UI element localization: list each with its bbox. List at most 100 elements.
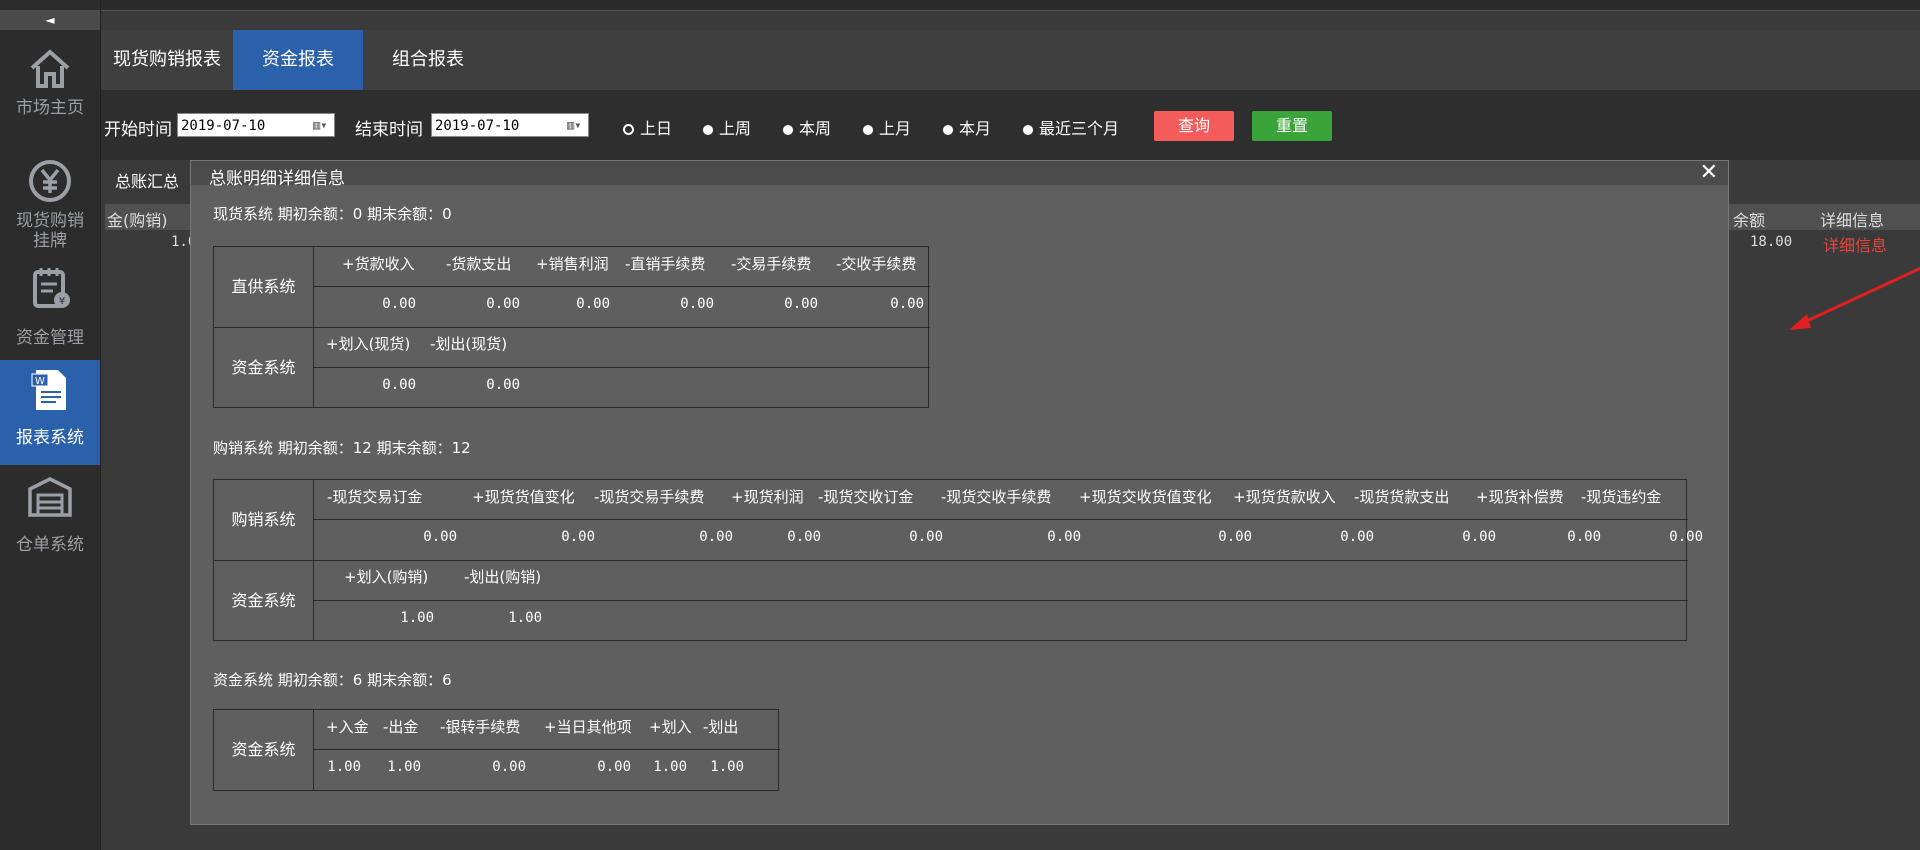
spot-system-summary: 现货系统 期初余额：0 期末余额：0	[213, 205, 452, 223]
fund-system-table: 资金系统 +入金 -出金 -银转手续费 +当日其他项 +划入 -划出 1.00 …	[213, 709, 780, 791]
sidebar-item-label: 仓单系统	[16, 535, 84, 555]
value-cell: 0.00	[1047, 529, 1081, 545]
row-name-fund-system: 资金系统	[214, 328, 314, 408]
value-cell: 1.00	[653, 759, 687, 775]
table-header-cell: 金(购销)	[107, 211, 168, 230]
value-cell: 0.00	[492, 759, 526, 775]
value-cell: 0.00	[890, 296, 924, 312]
word-report-icon: W	[31, 370, 66, 410]
svg-text:¥: ¥	[59, 296, 65, 307]
fund-system-summary: 资金系统 期初余额：6 期末余额：6	[213, 671, 452, 689]
column-header: +入金	[326, 718, 369, 736]
value-cell: 0.00	[561, 529, 595, 545]
column-header: -交收手续费	[836, 255, 917, 273]
trade-system-summary: 购销系统 期初余额：12 期末余额：12	[213, 439, 471, 457]
column-header: +现货货款收入	[1233, 488, 1336, 506]
tab-combined-report[interactable]: 组合报表	[363, 30, 493, 90]
calendar-icon[interactable]: ▥▾	[567, 118, 585, 132]
value-cell: 0.00	[597, 759, 631, 775]
radio-last-three-months[interactable]: 最近三个月	[1023, 115, 1119, 139]
calendar-icon[interactable]: ▥▾	[313, 118, 331, 132]
value-cell: 0.00	[1218, 529, 1252, 545]
value-cell: 0.00	[486, 377, 520, 393]
value-cell: 1.00	[710, 759, 744, 775]
divider	[214, 560, 1688, 561]
value-cell: 0.00	[382, 377, 416, 393]
column-header: +划入	[649, 718, 692, 736]
column-header: +当日其他项	[544, 718, 632, 736]
trade-system-table: 购销系统 资金系统 -现货交易订金 +现货货值变化 -现货交易手续费 +现货利润…	[213, 479, 1703, 641]
radio-label: 上日	[640, 119, 673, 138]
sidebar-item-home[interactable]: 市场主页	[0, 30, 100, 135]
divider	[314, 367, 930, 368]
column-header: -现货货款支出	[1354, 488, 1450, 506]
table-cell: 18.00	[1750, 234, 1793, 250]
value-cell: 0.00	[699, 529, 733, 545]
column-header: +销售利润	[536, 255, 609, 273]
column-header: +现货补偿费	[1476, 488, 1564, 506]
value-cell: 0.00	[576, 296, 610, 312]
radio-this-week[interactable]: 本周	[783, 115, 831, 139]
value-cell: 0.00	[486, 296, 520, 312]
sidebar-item-reports[interactable]: W 报表系统	[0, 360, 100, 465]
radio-icon	[783, 124, 793, 135]
top-strip	[0, 0, 1920, 11]
start-date-input[interactable]: 2019-07-10 ▥▾	[177, 113, 335, 137]
spot-system-table: 直供系统 资金系统 +货款收入 -货款支出 +销售利润 -直销手续费 -交易手续…	[213, 246, 930, 408]
value-cell: 1.00	[400, 610, 434, 626]
row-name-trade-system: 购销系统	[214, 480, 314, 560]
end-date-input[interactable]: 2019-07-10 ▥▾	[431, 113, 589, 137]
divider	[314, 519, 1688, 520]
radio-icon	[863, 124, 873, 135]
value-cell: 0.00	[1669, 529, 1703, 545]
radio-label: 本月	[959, 119, 992, 138]
value-cell: 0.00	[680, 296, 714, 312]
subtab-ledger-summary[interactable]: 总账汇总	[115, 168, 179, 192]
sidebar-item-spot-listing[interactable]: 现货购销挂牌	[0, 143, 100, 251]
sidebar-item-label: 市场主页	[16, 98, 84, 118]
query-button[interactable]: 查询	[1154, 111, 1234, 141]
value-cell: 0.00	[784, 296, 818, 312]
value-cell: 1.00	[327, 759, 361, 775]
start-date-value: 2019-07-10	[181, 118, 266, 134]
radio-icon	[703, 124, 713, 135]
row-name-fund-system: 资金系统	[214, 561, 314, 641]
radio-icon	[943, 124, 953, 135]
radio-label: 上周	[719, 119, 752, 138]
reset-button[interactable]: 重置	[1252, 111, 1332, 141]
column-header: -交易手续费	[731, 255, 812, 273]
column-header: +现货交收货值变化	[1079, 488, 1212, 506]
tab-fund-report[interactable]: 资金报表	[233, 30, 363, 90]
value-cell: 0.00	[1462, 529, 1496, 545]
sidebar-item-label: 资金管理	[16, 328, 84, 348]
value-cell: 0.00	[787, 529, 821, 545]
value-cell: 1.00	[508, 610, 542, 626]
radio-this-month[interactable]: 本月	[943, 115, 991, 139]
divider	[314, 600, 1688, 601]
row-name-direct-supply: 直供系统	[214, 247, 314, 327]
row-name-fund-system: 资金系统	[214, 710, 314, 790]
sidebar-item-funds[interactable]: ¥ 资金管理	[0, 250, 100, 355]
column-header: -划出	[703, 718, 739, 736]
radio-prev-day[interactable]: 上日	[623, 115, 672, 139]
tab-spot-trade-report[interactable]: 现货购销报表	[101, 30, 233, 90]
divider	[314, 749, 780, 750]
radio-label: 本周	[799, 119, 832, 138]
column-header: -现货交收订金	[818, 488, 914, 506]
home-icon	[30, 49, 70, 88]
column-header: -出金	[383, 718, 419, 736]
money-document-icon: ¥	[33, 268, 70, 308]
divider	[214, 327, 930, 328]
column-header: -银转手续费	[440, 718, 521, 736]
warehouse-icon	[28, 477, 72, 517]
sidebar-item-warehouse[interactable]: 仓单系统	[0, 467, 100, 572]
radio-prev-month[interactable]: 上月	[863, 115, 911, 139]
detail-info-link[interactable]: 详细信息	[1823, 232, 1887, 256]
column-header: -现货违约金	[1581, 488, 1662, 506]
svg-text:W: W	[35, 376, 45, 387]
sidebar-collapse-button[interactable]: ◄	[0, 10, 100, 30]
column-header: +划入(购销)	[344, 568, 429, 586]
close-icon[interactable]: ✕	[1700, 161, 1718, 185]
radio-prev-week[interactable]: 上周	[703, 115, 751, 139]
column-header: -直销手续费	[625, 255, 706, 273]
